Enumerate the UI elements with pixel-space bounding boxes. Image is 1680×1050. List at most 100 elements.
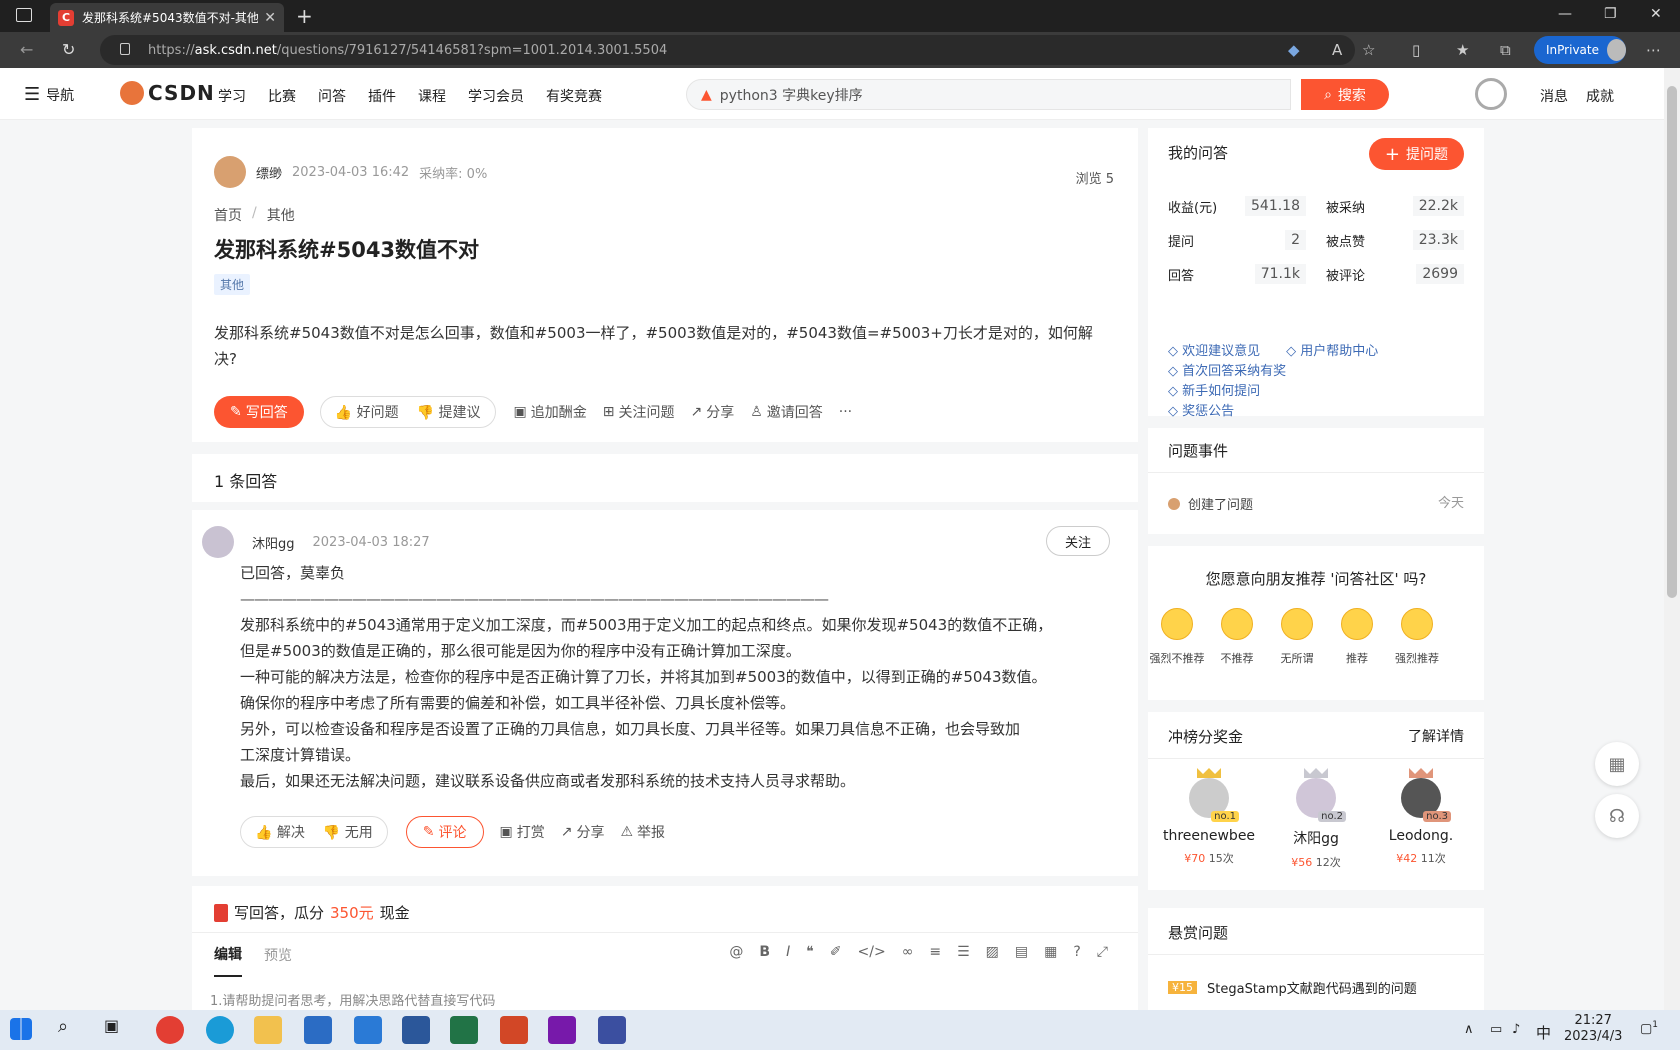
rank-item-2[interactable]: no.2 沐阳gg ¥56 12次: [1261, 768, 1371, 870]
more-actions-button[interactable]: ···: [839, 404, 852, 420]
question-tag[interactable]: 其他: [214, 274, 251, 295]
answer-editor[interactable]: 1.请帮助提问者思考，用解决思路代替直接写代码: [210, 990, 495, 1009]
rate-strongly[interactable]: 强烈推荐: [1395, 608, 1439, 666]
fullscreen-icon[interactable]: ⤢: [1097, 944, 1108, 960]
follow-user-button[interactable]: 关注: [1046, 526, 1110, 556]
favorite-add-icon[interactable]: ☆: [1362, 41, 1375, 59]
rate-recommend[interactable]: 推荐: [1338, 608, 1376, 666]
share-answer-button[interactable]: ↗ 分享: [561, 822, 605, 842]
rate-strongly-not[interactable]: 强烈不推荐: [1150, 608, 1205, 666]
achievements-link[interactable]: 成就: [1586, 86, 1614, 106]
close-tab-icon[interactable]: ✕: [264, 10, 276, 26]
suggest-button[interactable]: 👎 提建议: [417, 402, 481, 422]
messages-link[interactable]: 消息: [1540, 86, 1568, 106]
question-author-avatar[interactable]: [214, 156, 246, 188]
breadcrumb-home[interactable]: 首页: [214, 205, 242, 225]
bold-icon[interactable]: B: [759, 944, 770, 960]
rank-item-3[interactable]: no.3 Leodong. ¥42 11次: [1366, 768, 1476, 866]
close-window-icon[interactable]: ✕: [1650, 6, 1662, 22]
read-aloud-icon[interactable]: A: [1332, 41, 1342, 59]
solve-button[interactable]: 👍 解决: [255, 822, 305, 842]
tray-up-icon[interactable]: ∧: [1464, 1022, 1474, 1037]
customer-service-button[interactable]: ☊: [1595, 794, 1639, 838]
link-help-center[interactable]: ◇ 用户帮助中心: [1286, 344, 1378, 359]
mail-icon[interactable]: [354, 1016, 382, 1044]
restore-icon[interactable]: ❐: [1604, 6, 1617, 22]
tab-edit[interactable]: 编辑: [214, 933, 242, 977]
clock[interactable]: 21:27 2023/4/3: [1564, 1013, 1622, 1045]
back-icon[interactable]: ←: [20, 40, 33, 59]
help-icon[interactable]: ?: [1073, 944, 1080, 960]
search-taskbar-icon[interactable]: ⌕: [58, 1016, 86, 1044]
minimize-icon[interactable]: —: [1558, 6, 1572, 22]
favorites-icon[interactable]: ★: [1456, 41, 1469, 59]
clear-format-icon[interactable]: ✐: [830, 944, 842, 960]
page-scrollbar[interactable]: [1664, 68, 1680, 1010]
task-view-icon[interactable]: ▣: [104, 1016, 132, 1044]
comment-button[interactable]: ✎ 评论: [405, 816, 484, 848]
bounty-item[interactable]: ¥15 StegaStamp文献跑代码遇到的问题: [1168, 978, 1417, 997]
nav-link-prize[interactable]: 有奖竞赛: [546, 86, 602, 106]
ime-indicator[interactable]: 中: [1536, 1022, 1551, 1043]
numbered-list-icon[interactable]: ☰: [957, 944, 970, 960]
scrollbar-thumb[interactable]: [1667, 86, 1677, 598]
ranking-more-link[interactable]: 了解详情: [1408, 726, 1464, 746]
rate-neutral[interactable]: 无所谓: [1278, 608, 1316, 666]
word-icon[interactable]: [402, 1016, 430, 1044]
link-icon[interactable]: ∞: [902, 944, 914, 960]
nav-link-learn[interactable]: 学习: [218, 86, 246, 106]
write-answer-button[interactable]: ✎ 写回答: [214, 396, 304, 428]
rate-not[interactable]: 不推荐: [1218, 608, 1256, 666]
answer-author-avatar[interactable]: [202, 526, 234, 558]
quote-icon[interactable]: ❝: [806, 944, 814, 960]
link-how-to-ask[interactable]: ◇ 新手如何提问: [1168, 382, 1378, 402]
tag-icon[interactable]: ◆: [1288, 41, 1300, 59]
onenote-icon[interactable]: [548, 1016, 576, 1044]
table-icon[interactable]: ▦: [1044, 944, 1057, 960]
tip-button[interactable]: ▣ 打赏: [500, 822, 545, 842]
collections-icon[interactable]: ⧉: [1500, 41, 1511, 59]
report-button[interactable]: ⚠ 举报: [620, 822, 665, 842]
qrcode-button[interactable]: ▦: [1595, 742, 1639, 786]
file-explorer-icon[interactable]: [254, 1016, 282, 1044]
search-input[interactable]: ▲ python3 字典key排序: [686, 79, 1291, 110]
link-first-answer[interactable]: ◇ 首次回答采纳有奖: [1168, 362, 1378, 382]
more-menu-icon[interactable]: ⋯: [1646, 41, 1661, 59]
italic-icon[interactable]: I: [786, 944, 790, 960]
nav-link-vip[interactable]: 学习会员: [468, 86, 524, 106]
invite-answer-button[interactable]: ♙ 邀请回答: [750, 402, 823, 422]
url-field[interactable]: https://ask.csdn.net/questions/7916127/5…: [100, 35, 1355, 65]
share-question-button[interactable]: ↗ 分享: [690, 402, 734, 422]
tab-preview[interactable]: 预览: [264, 933, 292, 977]
tab-actions-icon[interactable]: [16, 8, 32, 22]
powerpoint-icon[interactable]: [500, 1016, 528, 1044]
edge-icon[interactable]: [206, 1016, 234, 1044]
user-avatar[interactable]: [1475, 78, 1507, 110]
useless-button[interactable]: 👎 无用: [323, 822, 373, 842]
nav-link-qa[interactable]: 问答: [318, 86, 346, 106]
code-icon[interactable]: </>: [858, 944, 886, 960]
follow-question-button[interactable]: ⊞ 关注问题: [603, 402, 675, 422]
notification-icon[interactable]: ▢1: [1640, 1020, 1658, 1036]
refresh-icon[interactable]: ↻: [62, 40, 75, 59]
good-question-button[interactable]: 👍 好问题: [335, 402, 399, 422]
nav-menu-button[interactable]: ☰ 导航: [24, 84, 74, 105]
search-button[interactable]: ⌕ 搜索: [1301, 79, 1389, 110]
add-bounty-button[interactable]: ▣ 追加酬金: [514, 402, 587, 422]
question-author-name[interactable]: 缥缈: [256, 163, 282, 182]
new-tab-icon[interactable]: +: [296, 4, 313, 28]
answer-author-name[interactable]: 沐阳gg: [252, 533, 295, 552]
network-icon[interactable]: ▭: [1490, 1022, 1502, 1037]
nav-link-course[interactable]: 课程: [418, 86, 446, 106]
excel-icon[interactable]: [450, 1016, 478, 1044]
inprivate-badge[interactable]: InPrivate: [1534, 36, 1626, 64]
browser-tab[interactable]: C 发那科系统#5043数值不对-其他 ✕: [50, 3, 284, 32]
chrome-icon[interactable]: [156, 1016, 184, 1044]
start-icon[interactable]: [10, 1018, 32, 1040]
code-block-icon[interactable]: ▤: [1015, 944, 1028, 960]
app-icon[interactable]: [598, 1016, 626, 1044]
image-icon[interactable]: ▨: [986, 944, 999, 960]
breadcrumb-category[interactable]: 其他: [267, 205, 295, 225]
ask-question-button[interactable]: + 提问题: [1368, 138, 1464, 170]
nav-link-plugin[interactable]: 插件: [368, 86, 396, 106]
